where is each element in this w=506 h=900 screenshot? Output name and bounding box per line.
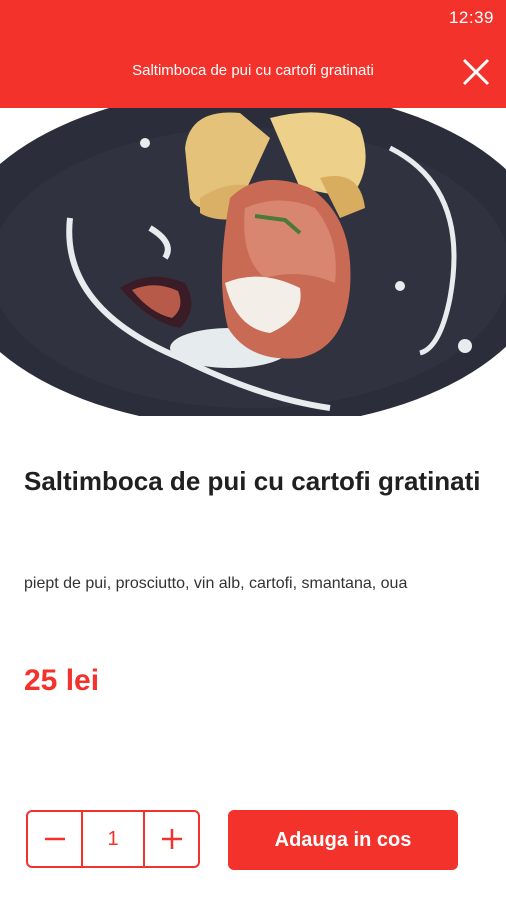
quantity-value[interactable]: 1 [81,812,145,866]
product-name: Saltimboca de pui cu cartofi gratinati [24,466,481,496]
close-button[interactable] [460,56,492,88]
quantity-stepper: 1 [26,810,200,868]
app-bar-title: Saltimboca de pui cu cartofi gratinati [132,62,374,79]
status-bar: 12:39 [0,0,506,36]
add-to-cart-button[interactable]: Adauga in cos [228,810,458,870]
product-ingredients: piept de pui, prosciutto, vin alb, carto… [24,575,408,592]
minus-icon [44,837,65,841]
product-image [0,108,506,416]
decrement-button[interactable] [28,812,81,866]
close-icon [462,58,490,86]
increment-button[interactable] [145,812,198,866]
plus-icon [161,829,182,849]
app-bar: Saltimboca de pui cu cartofi gratinati [0,36,506,108]
status-time: 12:39 [448,8,494,27]
product-price: 25 lei [24,664,100,697]
